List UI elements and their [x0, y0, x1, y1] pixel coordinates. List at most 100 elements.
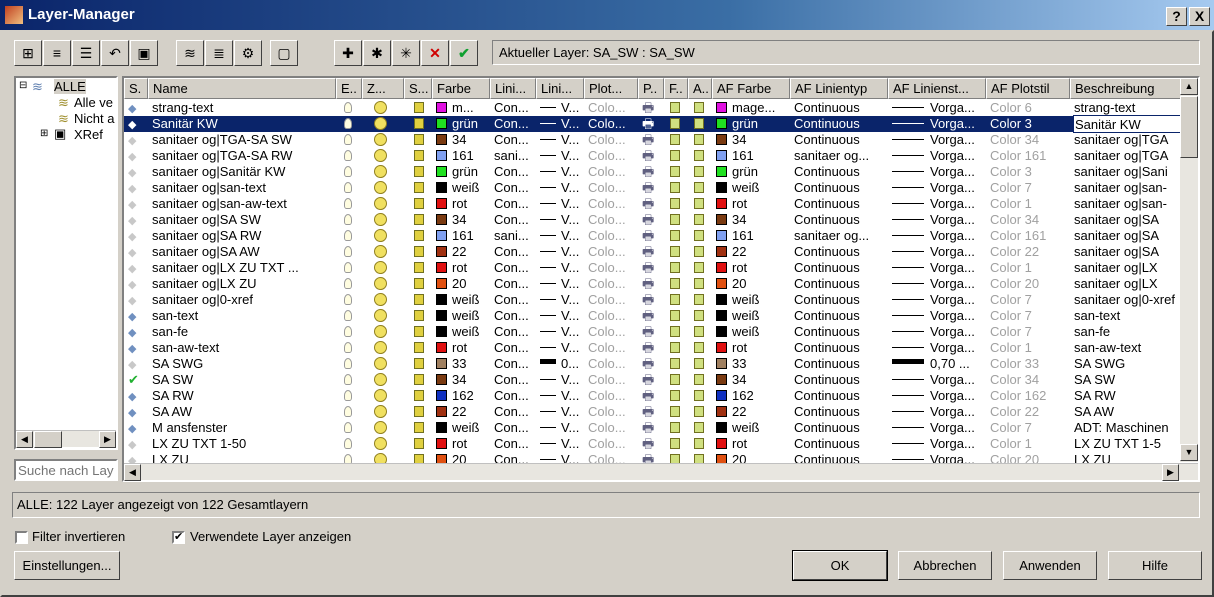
- scroll-right-icon[interactable]: ▶: [1162, 464, 1179, 481]
- close-button[interactable]: X: [1189, 7, 1210, 26]
- help-title-button[interactable]: ?: [1166, 7, 1187, 26]
- sun-icon[interactable]: [374, 229, 387, 242]
- column-header-vp-color[interactable]: AF Farbe: [712, 78, 790, 99]
- invert-filter-checkbox[interactable]: [15, 531, 28, 544]
- scroll-left-icon[interactable]: ◀: [124, 464, 141, 481]
- lightbulb-icon[interactable]: [344, 358, 352, 369]
- color-swatch[interactable]: [716, 406, 727, 417]
- color-swatch[interactable]: [436, 262, 447, 273]
- vp-freeze-icon[interactable]: [670, 150, 680, 161]
- lightbulb-icon[interactable]: [344, 230, 352, 241]
- column-header-freeze[interactable]: Z...: [362, 78, 404, 99]
- sun-icon[interactable]: [374, 261, 387, 274]
- scroll-right-icon[interactable]: ▶: [99, 431, 116, 448]
- layer-row[interactable]: ◆sanitaer og|san-textweißCon...V...Colo.…: [124, 180, 1180, 196]
- new-vp-freeze-icon[interactable]: [694, 422, 704, 433]
- sun-icon[interactable]: [374, 117, 387, 130]
- color-swatch[interactable]: [716, 246, 727, 257]
- cancel-button[interactable]: Abbrechen: [898, 551, 992, 580]
- new-group-filter-icon[interactable]: ≡: [43, 40, 71, 66]
- column-header-status[interactable]: S.: [124, 78, 148, 99]
- new-property-filter-icon[interactable]: ⊞: [14, 40, 42, 66]
- color-swatch[interactable]: [436, 134, 447, 145]
- color-swatch[interactable]: [436, 422, 447, 433]
- collapse-icon[interactable]: ⊟: [19, 80, 27, 91]
- unlock-icon[interactable]: [414, 342, 424, 353]
- sun-icon[interactable]: [374, 405, 387, 418]
- vp-freeze-icon[interactable]: [670, 342, 680, 353]
- lightbulb-icon[interactable]: [344, 438, 352, 449]
- new-vp-freeze-icon[interactable]: [694, 294, 704, 305]
- lightbulb-icon[interactable]: [344, 166, 352, 177]
- unlock-icon[interactable]: [414, 230, 424, 241]
- layer-row[interactable]: ◆sanitaer og|TGA-SA RW161sani...V...Colo…: [124, 148, 1180, 164]
- layer-states-icon[interactable]: ☰: [72, 40, 100, 66]
- sun-icon[interactable]: [374, 101, 387, 114]
- layer-row[interactable]: ◆M ansfensterweißCon...V...Colo...🖶weißC…: [124, 420, 1180, 436]
- layer-row[interactable]: ◆SA AW22Con...V...Colo...🖶22ContinuousVo…: [124, 404, 1180, 420]
- sun-icon[interactable]: [374, 245, 387, 258]
- vp-freeze-icon[interactable]: [670, 422, 680, 433]
- lightbulb-icon[interactable]: [344, 214, 352, 225]
- color-swatch[interactable]: [436, 374, 447, 385]
- sun-icon[interactable]: [374, 293, 387, 306]
- delete-layer-icon[interactable]: ✕: [421, 40, 449, 66]
- new-vp-freeze-icon[interactable]: [694, 150, 704, 161]
- unlock-icon[interactable]: [414, 166, 424, 177]
- color-swatch[interactable]: [436, 166, 447, 177]
- new-vp-freeze-icon[interactable]: [694, 198, 704, 209]
- sun-icon[interactable]: [374, 341, 387, 354]
- color-swatch[interactable]: [436, 246, 447, 257]
- sun-icon[interactable]: [374, 373, 387, 386]
- layer-row[interactable]: ◆san-aw-textrotCon...V...Colo...🖶rotCont…: [124, 340, 1180, 356]
- layer-row[interactable]: ◆sanitaer og|SA SW34Con...V...Colo...🖶34…: [124, 212, 1180, 228]
- color-swatch[interactable]: [436, 406, 447, 417]
- layer-row[interactable]: ◆sanitaer og|LX ZU20Con...V...Colo...🖶20…: [124, 276, 1180, 292]
- unlock-icon[interactable]: [414, 134, 424, 145]
- lightbulb-icon[interactable]: [344, 102, 352, 113]
- color-swatch[interactable]: [716, 342, 727, 353]
- unlock-icon[interactable]: [414, 390, 424, 401]
- vp-freeze-icon[interactable]: [670, 182, 680, 193]
- sun-icon[interactable]: [374, 421, 387, 434]
- unlock-icon[interactable]: [414, 294, 424, 305]
- column-header-new-vp-freeze[interactable]: A..: [688, 78, 712, 99]
- unlock-icon[interactable]: [414, 262, 424, 273]
- tree-item-xref[interactable]: XRef: [74, 127, 103, 142]
- sun-icon[interactable]: [374, 181, 387, 194]
- vp-freeze-icon[interactable]: [670, 326, 680, 337]
- new-vp-freeze-icon[interactable]: [694, 310, 704, 321]
- layer-row[interactable]: ◆SA RW162Con...V...Colo...🖶162Continuous…: [124, 388, 1180, 404]
- color-swatch[interactable]: [716, 390, 727, 401]
- scroll-up-icon[interactable]: ▲: [1180, 78, 1198, 95]
- vp-freeze-icon[interactable]: [670, 278, 680, 289]
- color-swatch[interactable]: [716, 198, 727, 209]
- layer-stack-icon[interactable]: ≋: [176, 40, 204, 66]
- unlock-icon[interactable]: [414, 310, 424, 321]
- sun-icon[interactable]: [374, 213, 387, 226]
- vp-freeze-icon[interactable]: [670, 262, 680, 273]
- scroll-thumb[interactable]: [1180, 96, 1198, 158]
- vp-freeze-icon[interactable]: [670, 246, 680, 257]
- new-vp-freeze-icon[interactable]: [694, 262, 704, 273]
- vp-freeze-icon[interactable]: [670, 406, 680, 417]
- new-vp-freeze-icon[interactable]: [694, 134, 704, 145]
- list-vscrollbar[interactable]: ▲ ▼: [1180, 78, 1198, 462]
- layer-row[interactable]: ◆strang-textm...Con...V...Colo...🖶mage..…: [124, 100, 1180, 116]
- column-header-lineweight[interactable]: Lini...: [536, 78, 584, 99]
- scroll-down-icon[interactable]: ▼: [1180, 444, 1198, 461]
- layer-row[interactable]: ◆Sanitär KWgrünCon...V...Colo...🖶grünCon…: [124, 116, 1180, 132]
- color-swatch[interactable]: [716, 262, 727, 273]
- sun-icon[interactable]: [374, 149, 387, 162]
- column-header-vp-lineweight[interactable]: AF Linienst...: [888, 78, 986, 99]
- lightbulb-icon[interactable]: [344, 342, 352, 353]
- layer-search-input[interactable]: [14, 459, 118, 481]
- lightbulb-icon[interactable]: [344, 422, 352, 433]
- unlock-icon[interactable]: [414, 374, 424, 385]
- column-header-vp-plotstyle[interactable]: AF Plotstil: [986, 78, 1070, 99]
- show-used-layers-checkbox[interactable]: ✔: [172, 531, 185, 544]
- color-swatch[interactable]: [716, 294, 727, 305]
- vp-freeze-icon[interactable]: [670, 390, 680, 401]
- sun-icon[interactable]: [374, 165, 387, 178]
- layer-row[interactable]: ◆SA SWG33Con...0...Colo...🖶33Continuous0…: [124, 356, 1180, 372]
